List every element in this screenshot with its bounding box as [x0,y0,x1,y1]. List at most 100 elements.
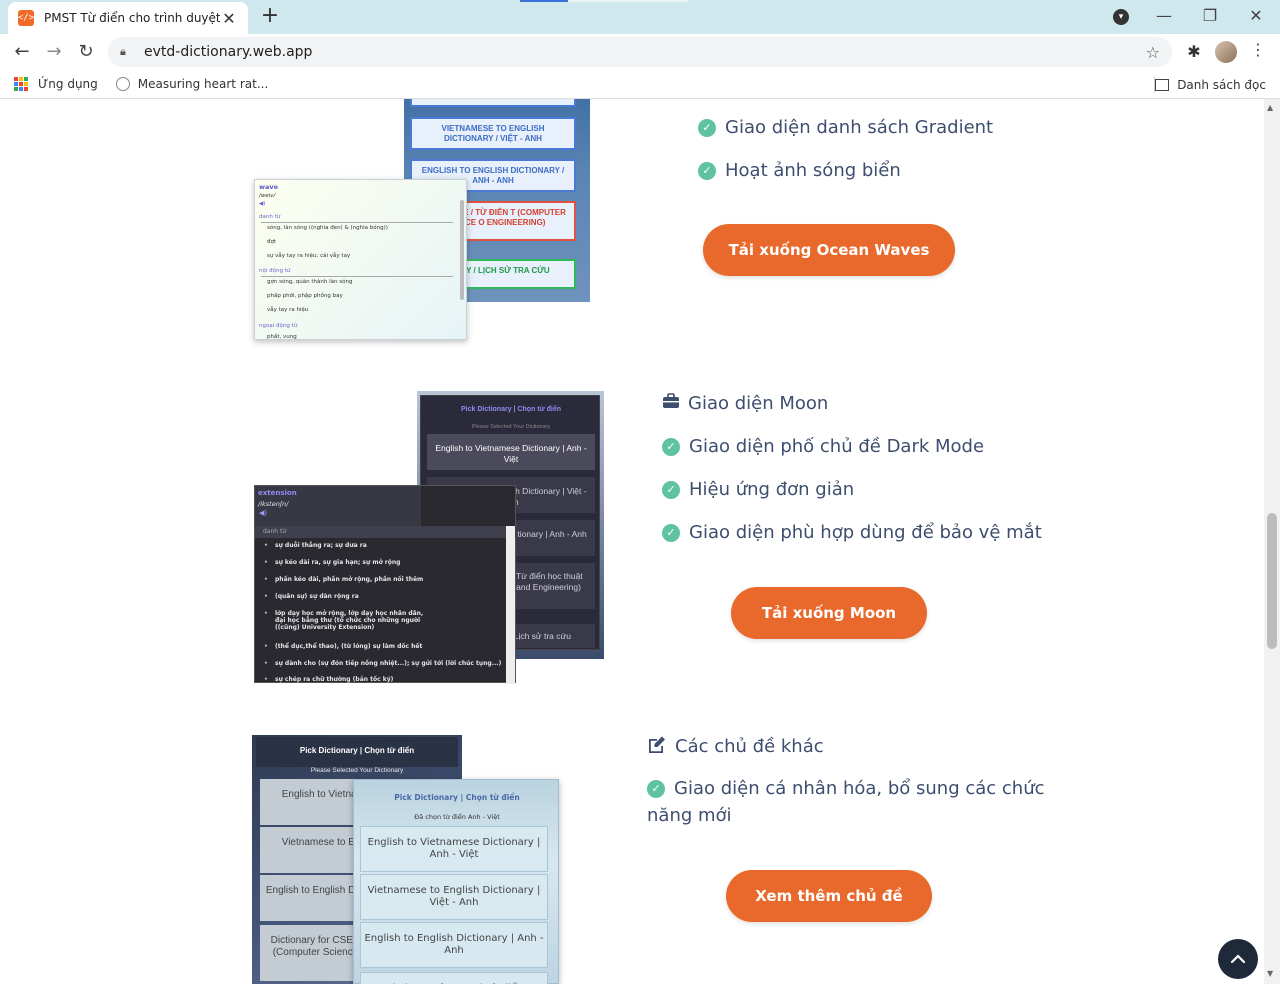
moon-feature: ✓ Giao diện phù hợp dùng để bảo vệ mắt [662,522,1042,543]
bookmark-apps[interactable]: Ứng dụng [14,77,98,91]
more-themes-button[interactable]: Xem thêm chủ đề [726,870,932,922]
back-to-top-button[interactable] [1218,939,1258,979]
reading-list-label: Danh sách đọc [1177,77,1266,92]
moon-popup-word: extension [258,489,297,497]
moon-popup-section: danh từ [263,528,287,535]
ow-top-button [410,99,576,107]
check-circle-icon: ✓ [662,437,680,456]
other-themes-title: Các chủ đề khác [647,735,824,758]
speaker-icon: ◀) [259,201,266,207]
new-tab-button[interactable]: + [258,4,282,28]
dark-panel-title: Pick Dictionary | Chọn từ điển [299,746,415,755]
light-panel-subtitle: Đã chọn từ điển Anh - Việt [414,813,500,821]
popup-section-noun: danh từ [259,214,281,220]
light-panel-button: Vietnamese to English Dictionary | Việt … [360,874,548,920]
moon-title: Giao diện Moon [662,393,828,414]
menu-dots-icon[interactable]: ⋮ [1250,40,1266,59]
restore-icon[interactable]: ❐ [1198,4,1222,28]
dark-panel-subtitle: Please Selected Your Dictionary [310,767,404,774]
download-ocean-waves-button[interactable]: Tải xuống Ocean Waves [703,224,955,276]
minimize-icon[interactable]: — [1152,4,1176,28]
download-moon-button[interactable]: Tải xuống Moon [731,587,927,639]
scroll-down-arrow-icon[interactable]: ▼ [1267,969,1273,978]
other-themes-feature-text: Giao diện cá nhân hóa, bổ sung các chức [674,778,1045,799]
close-window-icon[interactable]: ✕ [1244,4,1268,28]
ocean-feature-text: Hoạt ảnh sóng biển [725,160,901,181]
popup-item: sóng, làn sóng ((nghĩa đen) & (nghĩa bón… [267,225,388,231]
check-circle-icon: ✓ [662,523,680,542]
url-text[interactable]: evtd-dictionary.web.app [144,44,1146,60]
tab-close-button[interactable]: ✕ [220,9,238,28]
moon-panel-subtitle: Please Selected Your Dictionary [471,424,551,430]
popup-item: vẫy tay ra hiệu [267,307,309,313]
moon-popup: extension /ikstenʃn/ ◀) danh từ sự duỗi … [254,485,517,684]
popup-item: đợt [267,239,277,245]
profile-avatar[interactable] [1215,41,1237,63]
check-circle-icon: ✓ [698,118,716,137]
light-panel-title: Pick Dictionary | Chọn từ điển [394,793,520,802]
moon-feature: ✓ Hiệu ứng đơn giản [662,479,854,500]
lock-icon[interactable]: 🔒︎ [120,45,134,59]
tab-search-icon[interactable]: ▾ [1113,9,1129,25]
ocean-feature-gradient: ✓ Giao diện danh sách Gradient [698,117,993,138]
bookmarks-bar: Ứng dụng Measuring heart rat... Danh sác… [0,70,1280,99]
browser-tab-strip: </> PMST Từ điển cho trình duyệt ✕ + ▾ —… [0,0,1280,34]
page-scrollbar[interactable]: ▲ ▼ [1264,99,1280,984]
popup-section-transitive: ngoại động từ [259,323,298,329]
moon-popup-scrollbar [506,526,515,684]
check-circle-icon: ✓ [698,161,716,180]
moon-popup-item: sự chép ra chữ thường (bản tốc ký) [264,676,393,683]
check-circle-icon: ✓ [647,779,665,798]
popup-word: wave [259,183,279,191]
ocean-waves-popup: wave /weiv/ ◀) danh từ sóng, làn sóng ((… [254,179,467,340]
moon-popup-item: phần kéo dài, phần mở rộng, phần nối thê… [264,576,423,583]
tab-title: PMST Từ điển cho trình duyệt [44,11,220,25]
moon-popup-item: (quân sự) sự dàn rộng ra [264,593,359,600]
ocean-feature-text: Giao diện danh sách Gradient [725,117,994,138]
reading-list-icon [1155,78,1170,91]
scroll-up-arrow-icon[interactable]: ▲ [1267,103,1273,112]
other-themes-title-text: Các chủ đề khác [675,736,824,757]
popup-item: phất, vung [267,334,297,340]
moon-popup-phonetic: /ikstenʃn/ [258,500,289,508]
chevron-up-icon [1230,954,1246,964]
popup-phonetic: /weiv/ [259,193,276,199]
other-themes-light-screenshot: Pick Dictionary | Chọn từ điển Đã chọn t… [353,779,559,984]
bookmark-star-icon[interactable]: ☆ [1146,43,1160,62]
browser-toolbar: ← → ↻ 🔒︎ evtd-dictionary.web.app ☆ [0,34,1280,70]
popup-rule [261,222,453,223]
forward-arrow-icon[interactable]: → [42,40,66,64]
light-panel-button: Dictionary for CSE | Từ điển [360,972,548,984]
light-panel-button: English to Vietnamese Dictionary | Anh -… [360,826,548,872]
light-panel-button: English to English Dictionary | Anh - An… [360,922,548,968]
moon-popup-item: sự dành cho (sự đón tiếp nồng nhiệt...);… [264,660,501,667]
browser-tab[interactable]: </> PMST Từ điển cho trình duyệt ✕ [8,2,248,34]
apps-grid-icon [14,77,28,91]
other-themes-feature-text-cont: năng mới [647,805,732,826]
moon-popup-item: sự kéo dài ra, sự gia hạn; sự mở rộng [264,559,400,566]
back-arrow-icon[interactable]: ← [10,40,34,64]
bookmark-apps-label: Ứng dụng [38,77,98,91]
reading-list[interactable]: Danh sách đọc [1155,70,1266,99]
moon-panel-title: Pick Dictionary | Chọn từ điển [461,406,561,413]
bookmark-site-icon [115,77,130,91]
ow-button-viet-anh: VIETNAMESE TO ENGLISH DICTIONARY / VIỆT … [410,117,576,151]
reload-icon[interactable]: ↻ [74,40,98,64]
bookmark-measuring[interactable]: Measuring heart rat... [115,77,268,91]
other-themes-feature-cont: năng mới [647,805,732,826]
tab-accent [520,0,568,2]
moon-feature-text: Giao diện phố chủ đề Dark Mode [689,436,985,457]
page-content: VIETNAMESE TO ENGLISH DICTIONARY / VIỆT … [0,99,1264,984]
address-bar[interactable]: 🔒︎ evtd-dictionary.web.app ☆ [108,37,1172,67]
briefcase-icon [662,393,680,414]
moon-button: English to Vietnamese Dictionary | Anh -… [427,434,595,470]
moon-feature-text: Giao diện phù hợp dùng để bảo vệ mắt [689,522,1042,543]
moon-popup-item: sự duỗi thẳng ra; sự dưa ra [264,542,367,549]
edit-icon [647,735,667,758]
popup-section-verb: nội động từ [259,268,291,274]
speaker-icon: ◀) [259,509,268,517]
moon-popup-item: (thể dục,thể thao), (từ lóng) sự làm dốc… [264,643,422,650]
popup-scrollbar [460,200,464,300]
extensions-puzzle-icon[interactable]: ✱ [1184,42,1204,61]
scroll-thumb[interactable] [1267,513,1277,649]
